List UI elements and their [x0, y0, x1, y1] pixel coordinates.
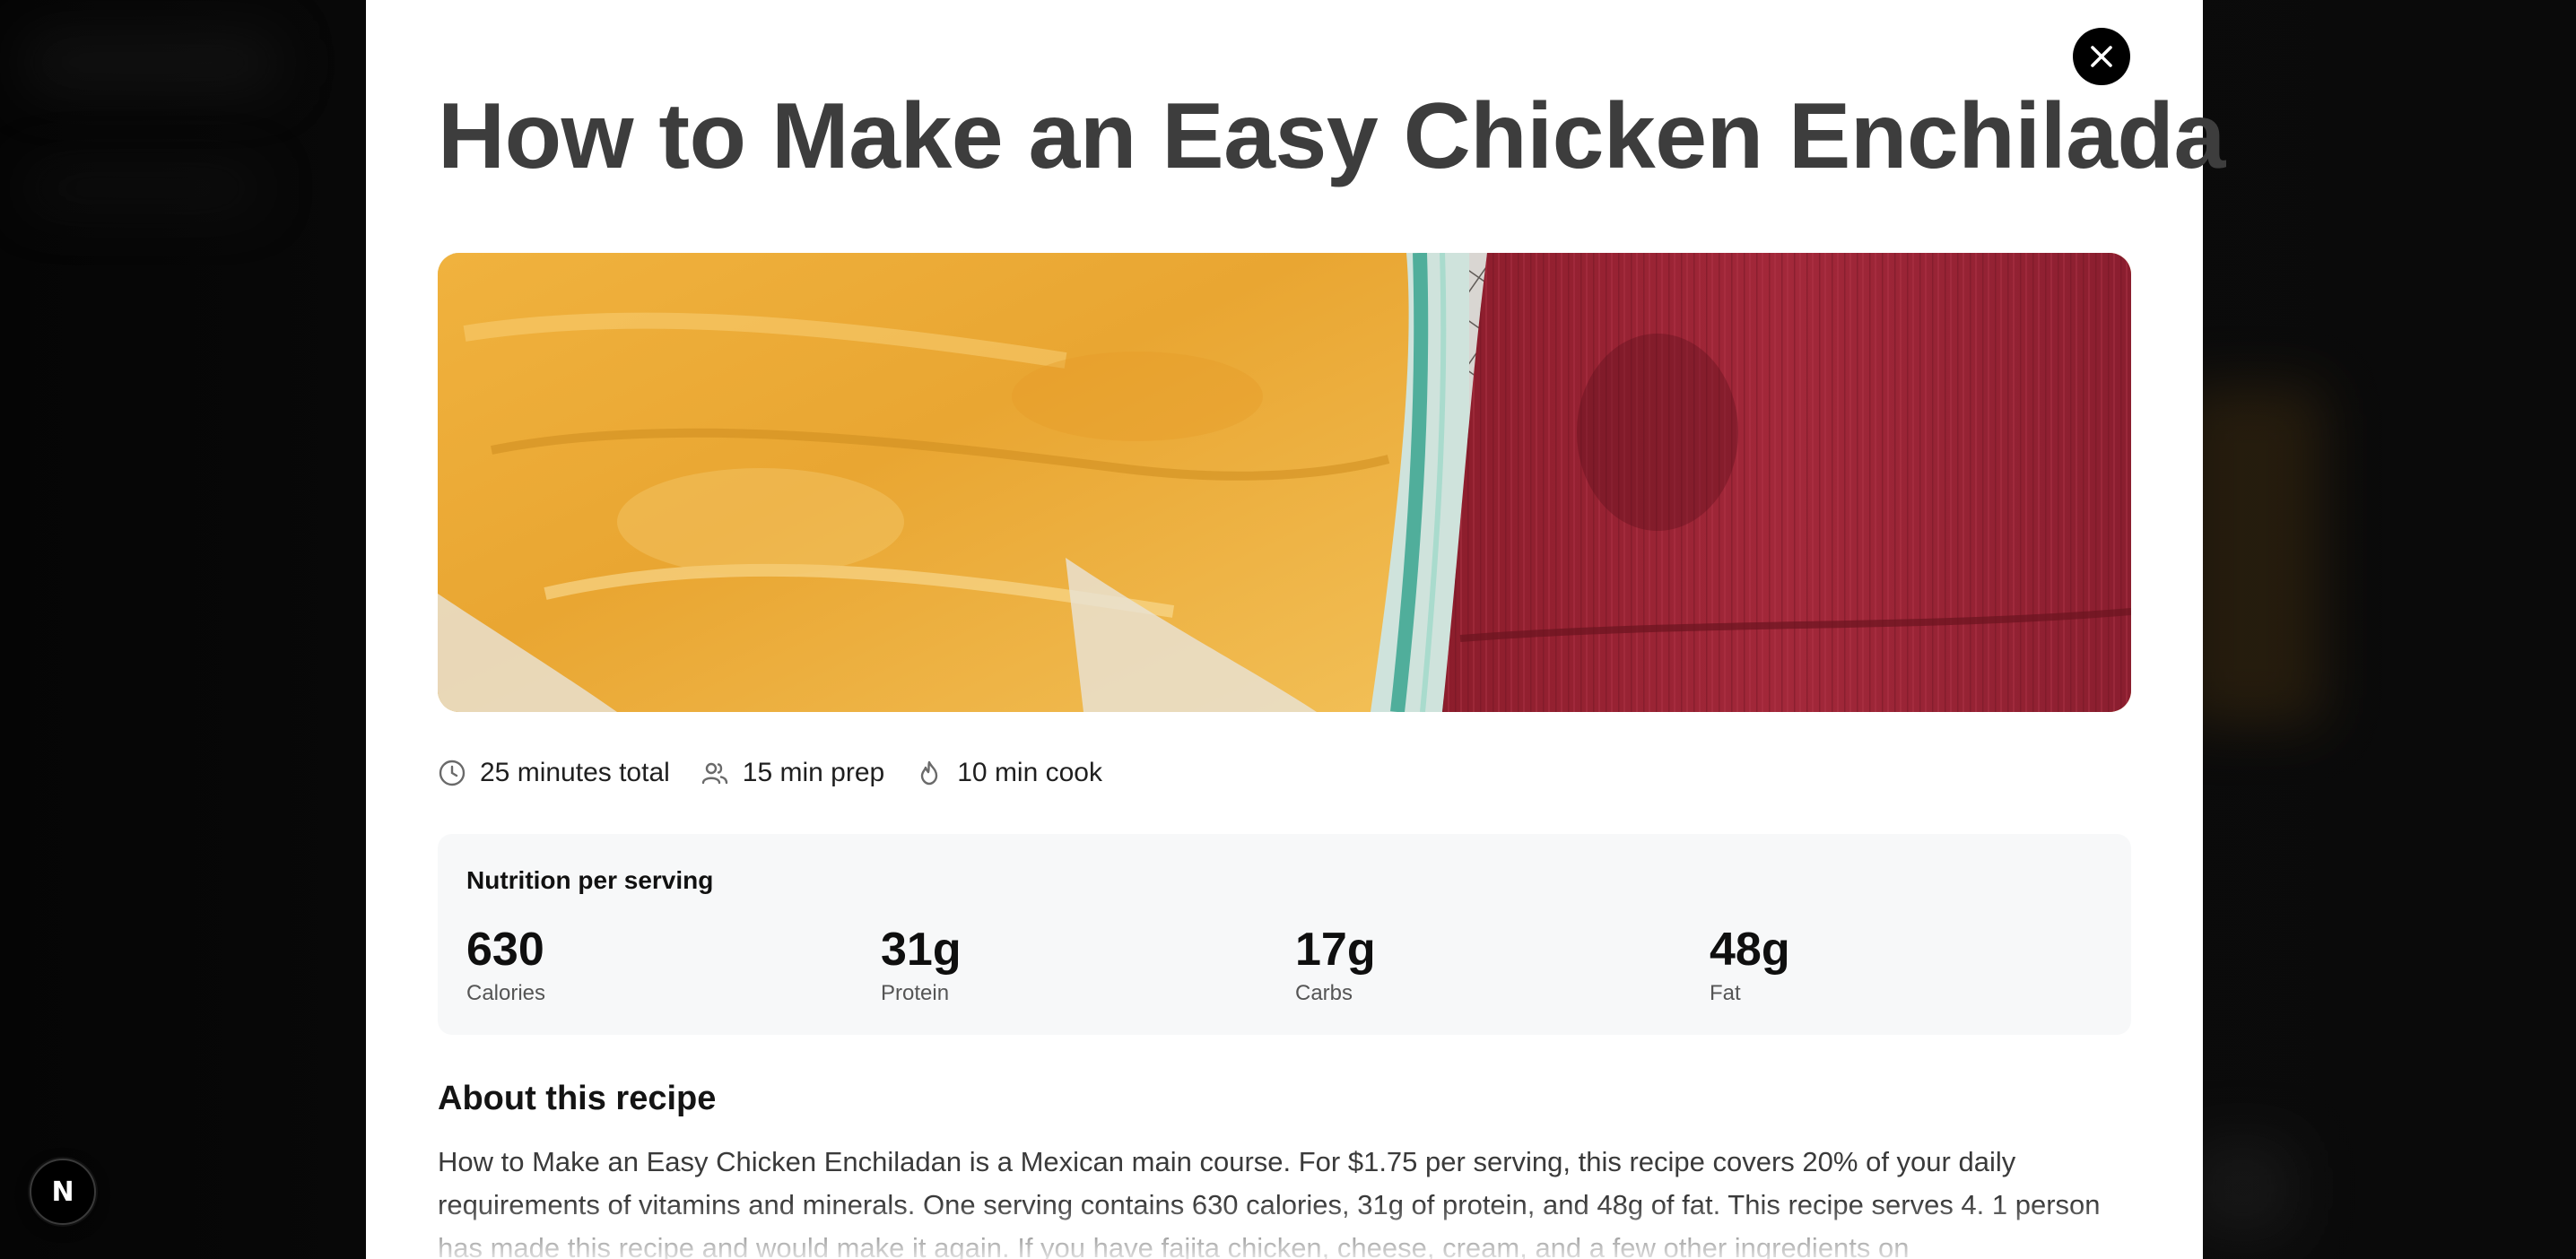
flame-icon — [921, 760, 938, 786]
carbs-label: Carbs — [1295, 981, 1353, 1005]
clock-icon — [439, 760, 466, 786]
protein-value: 31g — [881, 924, 962, 976]
protein-label: Protein — [881, 981, 950, 1005]
total-time: 25 minutes total — [438, 758, 670, 788]
cook-time-label: 10 min cook — [957, 758, 1102, 787]
background-nav-blur — [27, 170, 260, 206]
nutrition-panel: Nutrition per serving 630 Calories 31g P… — [438, 834, 2131, 1035]
about-heading: About this recipe — [438, 1080, 717, 1117]
fat-value: 48g — [1710, 924, 1790, 976]
background-header-blur — [27, 36, 278, 90]
close-button[interactable] — [2073, 28, 2130, 85]
users-icon — [701, 762, 727, 785]
calories-label: Calories — [466, 981, 546, 1005]
fat-label: Fat — [1710, 981, 1741, 1005]
background-button-blur — [2189, 1139, 2296, 1237]
nutrition-fat: 48g Fat — [1710, 924, 1790, 1006]
total-time-label: 25 minutes total — [480, 758, 670, 787]
nutrition-calories: 630 Calories — [466, 924, 545, 1006]
nextjs-logo-letter: N — [51, 1176, 74, 1208]
carbs-value: 17g — [1295, 924, 1376, 976]
nutrition-protein: 31g Protein — [881, 924, 962, 1006]
recipe-image — [438, 253, 2131, 712]
prep-time: 15 min prep — [701, 758, 884, 788]
cook-time: 10 min cook — [915, 758, 1102, 788]
calories-value: 630 — [466, 924, 544, 976]
recipe-title: How to Make an Easy Chicken Enchilada — [438, 84, 2225, 188]
prep-time-label: 15 min prep — [742, 758, 885, 787]
recipe-meta: 25 minutes total 15 min prep 10 min cook — [438, 753, 1133, 793]
nextjs-dev-indicator[interactable]: N — [30, 1159, 96, 1225]
recipe-photo-illustration — [438, 253, 2131, 712]
about-description: How to Make an Easy Chicken Enchiladan i… — [438, 1146, 2101, 1259]
nutrition-heading: Nutrition per serving — [466, 866, 714, 894]
nutrition-carbs: 17g Carbs — [1295, 924, 1376, 1006]
close-icon — [2091, 46, 2112, 67]
